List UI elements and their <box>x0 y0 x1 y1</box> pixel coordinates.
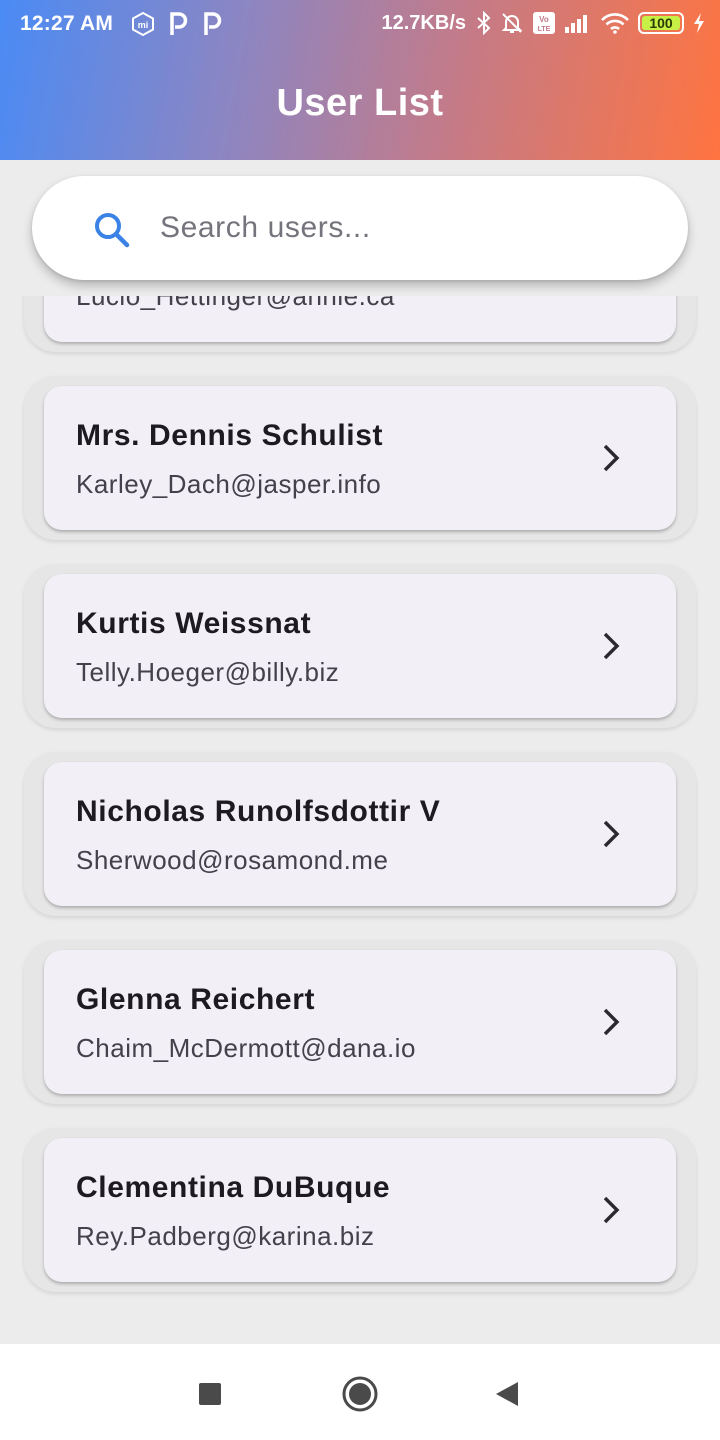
system-navigation-bar <box>0 1344 720 1440</box>
battery-level: 100 <box>649 15 673 31</box>
user-email: Telly.Hoeger@billy.biz <box>76 657 340 687</box>
list-item: Lucio_Hettinger@annie.ca <box>24 296 696 352</box>
list-item: Mrs. Dennis Schulist Karley_Dach@jasper.… <box>24 376 696 540</box>
search-bar[interactable] <box>32 176 688 280</box>
status-system-icons: 12.7KB/s Vo LTE 100 <box>382 11 707 35</box>
status-notification-icons: mi <box>130 11 224 37</box>
user-name: Clementina DuBuque <box>76 1171 391 1204</box>
list-item: Nicholas Runolfsdottir V Sherwood@rosamo… <box>24 752 696 916</box>
user-name: Glenna Reichert <box>76 983 316 1016</box>
chevron-right-icon <box>603 444 620 472</box>
user-email: Sherwood@rosamond.me <box>76 845 389 875</box>
user-card[interactable]: Glenna Reichert Chaim_McDermott@dana.io <box>44 950 676 1094</box>
status-time: 12:27 AM <box>20 12 114 35</box>
network-speed: 12.7KB/s <box>381 11 467 34</box>
charging-icon <box>694 13 704 33</box>
svg-text:Vo: Vo <box>539 15 549 24</box>
user-card[interactable]: Mrs. Dennis Schulist Karley_Dach@jasper.… <box>44 386 676 530</box>
user-name: Nicholas Runolfsdottir V <box>76 795 441 828</box>
chevron-right-icon <box>603 1196 620 1224</box>
mi-icon: mi <box>132 11 154 37</box>
list-item: Kurtis Weissnat Telly.Hoeger@billy.biz <box>24 564 696 728</box>
list-item: Clementina DuBuque Rey.Padberg@karina.bi… <box>24 1128 696 1292</box>
svg-text:mi: mi <box>138 20 149 30</box>
parking-icon <box>170 12 188 35</box>
user-email: Karley_Dach@jasper.info <box>76 469 382 499</box>
back-button[interactable] <box>488 1374 528 1414</box>
chevron-right-icon <box>603 632 620 660</box>
battery-icon: 100 <box>638 12 684 34</box>
search-input[interactable] <box>160 202 660 254</box>
home-button[interactable] <box>340 1374 380 1414</box>
recents-button[interactable] <box>190 1374 230 1414</box>
user-email: Lucio_Hettinger@annie.ca <box>76 296 395 311</box>
wifi-icon <box>601 13 629 34</box>
svg-text:LTE: LTE <box>538 26 551 33</box>
user-list[interactable]: Lucio_Hettinger@annie.ca Mrs. Dennis Sch… <box>0 296 720 1326</box>
list-item: Glenna Reichert Chaim_McDermott@dana.io <box>24 940 696 1104</box>
user-card[interactable]: Lucio_Hettinger@annie.ca <box>44 296 676 342</box>
user-name: Kurtis Weissnat <box>76 607 312 640</box>
user-name: Mrs. Dennis Schulist <box>76 419 384 452</box>
app-header: 12:27 AM mi 12.7KB/s Vo LTE 100 User Lis… <box>0 0 720 160</box>
chevron-right-icon <box>603 820 620 848</box>
user-card[interactable]: Kurtis Weissnat Telly.Hoeger@billy.biz <box>44 574 676 718</box>
parking-icon <box>204 12 222 35</box>
chevron-right-icon <box>603 1008 620 1036</box>
search-icon <box>95 213 130 248</box>
bell-off-icon <box>501 13 523 33</box>
user-card[interactable]: Nicholas Runolfsdottir V Sherwood@rosamo… <box>44 762 676 906</box>
user-email: Rey.Padberg@karina.biz <box>76 1221 375 1251</box>
user-card[interactable]: Clementina DuBuque Rey.Padberg@karina.bi… <box>44 1138 676 1282</box>
status-bar: 12:27 AM mi 12.7KB/s Vo LTE 100 <box>0 0 720 50</box>
user-email: Chaim_McDermott@dana.io <box>76 1033 416 1063</box>
page-title: User List <box>276 82 444 124</box>
bluetooth-icon <box>477 11 491 35</box>
signal-icon <box>565 15 587 33</box>
volte-icon: Vo LTE <box>533 12 555 34</box>
